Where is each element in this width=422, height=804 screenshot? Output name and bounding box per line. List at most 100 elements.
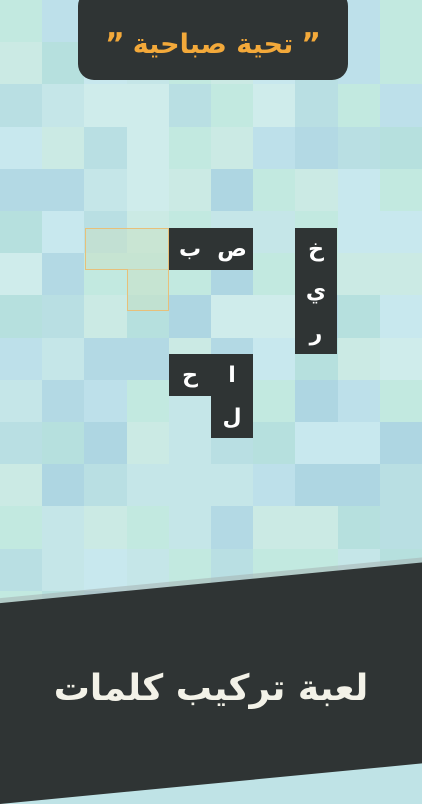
mosaic-cell [337, 506, 380, 549]
mosaic-cell [379, 253, 422, 296]
mosaic-cell [126, 126, 169, 169]
mosaic-cell [253, 464, 296, 507]
mosaic-cell [295, 168, 338, 211]
mosaic-cell [295, 422, 338, 465]
mosaic-cell [295, 379, 338, 422]
mosaic-cell [211, 506, 254, 549]
mosaic-cell [211, 168, 254, 211]
ghost-slot-bottom[interactable] [127, 269, 169, 311]
mosaic-cell [126, 422, 169, 465]
ghost-slot-top[interactable] [85, 228, 169, 270]
mosaic-cell [253, 168, 296, 211]
mosaic-cell [253, 211, 296, 254]
mosaic-cell [253, 379, 296, 422]
puzzle-title: تحية صباحية [132, 29, 294, 60]
mosaic-cell [84, 168, 127, 211]
mosaic-cell [84, 295, 127, 338]
mosaic-cell [379, 464, 422, 507]
mosaic-cell [211, 126, 254, 169]
mosaic-cell [379, 126, 422, 169]
mosaic-cell [42, 84, 85, 127]
mosaic-cell [211, 84, 254, 127]
mosaic-cell [168, 422, 211, 465]
mosaic-cell [42, 548, 85, 591]
mosaic-cell [42, 337, 85, 380]
mosaic-cell [337, 211, 380, 254]
mosaic-cell [337, 337, 380, 380]
mosaic-cell [295, 126, 338, 169]
mosaic-cell [379, 0, 422, 43]
mosaic-cell [379, 211, 422, 254]
mosaic-cell [168, 168, 211, 211]
mosaic-cell [0, 422, 43, 465]
mosaic-cell [168, 84, 211, 127]
mosaic-cell [337, 84, 380, 127]
mosaic-cell [253, 506, 296, 549]
mosaic-cell [379, 84, 422, 127]
mosaic-cell [84, 422, 127, 465]
mosaic-cell [253, 84, 296, 127]
mosaic-cell [0, 295, 43, 338]
mosaic-cell [42, 422, 85, 465]
mosaic-cell [0, 253, 43, 296]
mosaic-cell [0, 0, 43, 43]
tile-ya[interactable]: ي [295, 270, 337, 312]
tile-lam[interactable]: ل [211, 396, 253, 438]
mosaic-cell [211, 295, 254, 338]
mosaic-cell [211, 464, 254, 507]
tile-ba[interactable]: ب [169, 228, 211, 270]
mosaic-cell [0, 42, 43, 85]
mosaic-cell [0, 506, 43, 549]
mosaic-cell [0, 168, 43, 211]
tile-sad[interactable]: ص [211, 228, 253, 270]
mosaic-cell [0, 126, 43, 169]
mosaic-cell [42, 379, 85, 422]
mosaic-cell [0, 379, 43, 422]
open-quote: ” [105, 27, 125, 62]
mosaic-cell [42, 211, 85, 254]
mosaic-cell [84, 379, 127, 422]
mosaic-cell [42, 168, 85, 211]
tile-alef[interactable]: ا [211, 354, 253, 396]
mosaic-cell [84, 548, 127, 591]
mosaic-cell [295, 464, 338, 507]
mosaic-cell [42, 506, 85, 549]
mosaic-cell [84, 506, 127, 549]
mosaic-cell [84, 84, 127, 127]
mosaic-cell [42, 253, 85, 296]
mosaic-cell [0, 337, 43, 380]
mosaic-cell [253, 295, 296, 338]
mosaic-cell [126, 337, 169, 380]
tile-ha[interactable]: ح [169, 354, 211, 396]
mosaic-cell [337, 253, 380, 296]
close-quote: ” [301, 27, 321, 62]
mosaic-cell [253, 253, 296, 296]
mosaic-cell [379, 506, 422, 549]
mosaic-cell [379, 295, 422, 338]
mosaic-cell [379, 379, 422, 422]
mosaic-cell [42, 464, 85, 507]
mosaic-cell [84, 126, 127, 169]
mosaic-cell [295, 506, 338, 549]
mosaic-cell [126, 464, 169, 507]
mosaic-cell [42, 295, 85, 338]
mosaic-cell [84, 464, 127, 507]
mosaic-cell [337, 168, 380, 211]
title-banner: ” تحية صباحية ” [78, 0, 348, 80]
mosaic-cell [379, 337, 422, 380]
mosaic-cell [337, 464, 380, 507]
mosaic-cell [168, 464, 211, 507]
mosaic-cell [168, 295, 211, 338]
mosaic-cell [337, 379, 380, 422]
mosaic-cell [379, 42, 422, 85]
mosaic-cell [126, 84, 169, 127]
mosaic-cell [379, 168, 422, 211]
mosaic-cell [126, 506, 169, 549]
mosaic-cell [0, 548, 43, 591]
mosaic-cell [126, 168, 169, 211]
tile-kha[interactable]: خ [295, 228, 337, 270]
tile-ra[interactable]: ر [295, 312, 337, 354]
mosaic-cell [295, 84, 338, 127]
mosaic-cell [253, 422, 296, 465]
mosaic-cell [0, 211, 43, 254]
